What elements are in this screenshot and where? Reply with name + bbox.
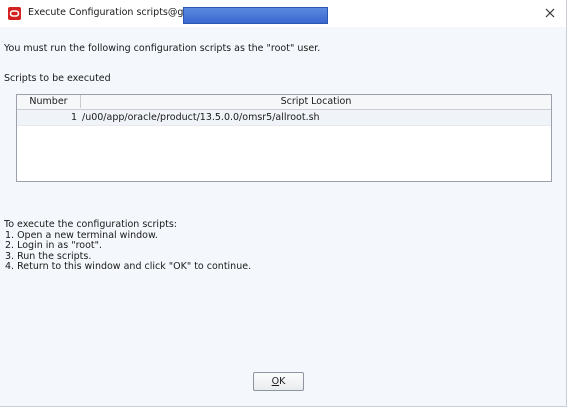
ok-label-rest: K <box>279 376 286 387</box>
scripts-label: Scripts to be executed <box>4 73 111 84</box>
configuration-scripts-dialog: Execute Configuration scripts@g You must… <box>0 0 567 407</box>
window-title: Execute Configuration scripts@g <box>28 7 184 18</box>
table-header: Number Script Location <box>17 95 551 110</box>
ok-mnemonic: O <box>271 376 280 387</box>
table-row[interactable]: 1 /u00/app/oracle/product/13.5.0.0/omsr5… <box>17 110 551 126</box>
row-number: 1 <box>70 112 77 123</box>
scripts-table: Number Script Location 1 /u00/app/oracle… <box>16 94 552 182</box>
ok-button[interactable]: OK <box>253 372 304 391</box>
row-script-location: /u00/app/oracle/product/13.5.0.0/omsr5/a… <box>82 112 320 123</box>
close-button[interactable] <box>540 4 560 22</box>
instruction-step: 4. Return to this window and click "OK" … <box>5 261 252 273</box>
title-bar: Execute Configuration scripts@g <box>0 0 566 27</box>
instructions-heading: To execute the configuration scripts: <box>4 219 177 230</box>
column-header-number[interactable]: Number <box>17 95 81 108</box>
intro-text: You must run the following configuration… <box>4 43 321 54</box>
column-header-script-location[interactable]: Script Location <box>81 95 551 109</box>
oracle-logo-icon <box>8 7 21 20</box>
close-icon <box>545 8 555 18</box>
redacted-hostname <box>183 7 328 24</box>
instructions: To execute the configuration scripts: 1.… <box>4 219 252 273</box>
